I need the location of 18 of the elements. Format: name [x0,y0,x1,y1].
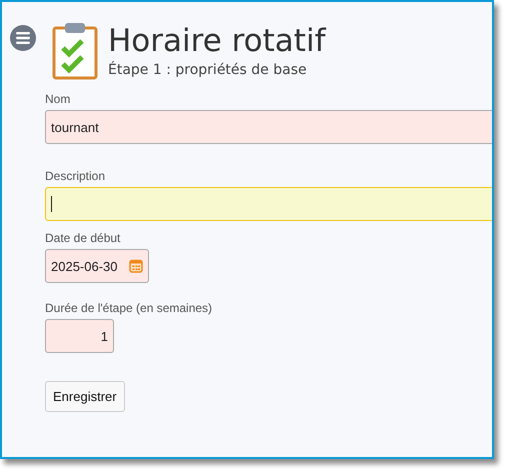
field-label: Durée de l'étape (en semaines) [45,301,214,315]
input-field[interactable]: tournant [45,110,492,144]
menu-button[interactable] [10,25,36,51]
field-value: 2025-06-30 [51,258,118,274]
save-button[interactable]: Enregistrer [45,381,125,412]
calendar-icon[interactable] [129,259,143,273]
field-label: Date de début [45,231,122,245]
page-title: Horaire rotatif [108,22,326,60]
menu-icon [16,32,30,44]
field-label: Nom [45,92,72,106]
field-label: Description [45,169,106,183]
date-field[interactable]: 2025-06-30 [45,249,149,283]
field-value: 1 [100,328,108,344]
clipboard-icon [50,20,100,80]
page-subtitle: Étape 1 : propriétés de base [108,62,308,78]
input-field[interactable] [45,187,492,221]
number-field[interactable]: 1 [45,319,114,353]
field-value: tournant [51,120,99,134]
